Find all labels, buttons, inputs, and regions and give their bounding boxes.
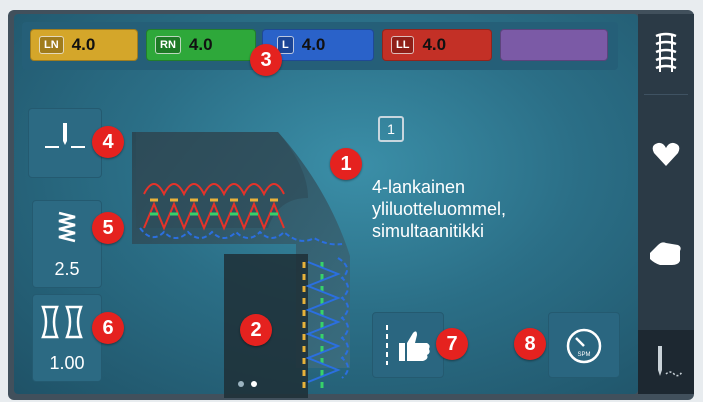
speedometer-icon: SPM (566, 328, 602, 364)
stitch-length-button[interactable]: 2.5 (32, 200, 102, 288)
stitch-name-line-1: 4-lankainen (372, 177, 466, 197)
thread-chip-ll[interactable]: LL 4.0 (382, 29, 492, 61)
page-dot-1[interactable] (238, 381, 244, 387)
guide-button[interactable] (372, 312, 444, 378)
differential-feed-button[interactable]: 1.00 (32, 294, 102, 382)
stitch-name-line-2: yliluotteluommel, (372, 199, 507, 219)
speed-button[interactable]: SPM (548, 312, 620, 378)
hand-icon (650, 242, 681, 265)
right-sidebar (638, 14, 694, 394)
sidebar-favorites[interactable] (638, 114, 694, 194)
needle-position-button[interactable] (28, 108, 102, 178)
thread-value-ln: 4.0 (71, 35, 96, 54)
callout-badge-3: 3 (250, 44, 282, 76)
sidebar-tutorial[interactable] (638, 210, 694, 290)
thread-value-ll: 4.0 (422, 35, 447, 54)
callout-badge-6: 6 (92, 312, 124, 344)
thread-tension-bar: LN 4.0 RN 4.0 L 4.0 LL 4.0 (22, 22, 618, 70)
differential-feed-icon (41, 305, 83, 339)
page-indicator (238, 374, 260, 392)
thread-chip-ln[interactable]: LN 4.0 (30, 29, 138, 61)
needle-icon (658, 346, 683, 377)
callout-badge-5: 5 (92, 212, 124, 244)
thread-chip-rn[interactable]: RN 4.0 (146, 29, 256, 61)
overlock-stitch-icon (655, 32, 677, 72)
thumbs-up-icon (386, 325, 430, 365)
stitch-number: 1 (378, 116, 404, 142)
callout-badge-8: 8 (514, 328, 546, 360)
needle-position-icon (45, 123, 85, 148)
sidebar-sewing-mode[interactable] (638, 330, 694, 394)
thread-tag-rn: RN (155, 36, 181, 54)
thread-tag-ln: LN (39, 36, 64, 54)
stitch-name: 4-lankainen yliluotteluommel, simultaani… (372, 176, 506, 242)
sidebar-divider (644, 94, 688, 95)
thread-value-l: 4.0 (301, 35, 326, 54)
stitch-name-line-3: simultaanitikki (372, 221, 485, 241)
stitch-length-value: 2.5 (54, 259, 80, 279)
callout-badge-7: 7 (436, 328, 468, 360)
callout-badge-4: 4 (92, 126, 124, 158)
differential-feed-value: 1.00 (49, 353, 85, 373)
thread-chip-extra[interactable] (500, 29, 608, 61)
callout-badge-1: 1 (330, 148, 362, 180)
thread-value-rn: 4.0 (188, 35, 213, 54)
thread-tag-ll: LL (391, 36, 415, 54)
page-dot-2[interactable] (251, 381, 258, 387)
sidebar-stitch-menu[interactable] (638, 14, 694, 94)
heart-icon (652, 142, 680, 166)
callout-badge-2: 2 (240, 314, 272, 346)
svg-text:SPM: SPM (577, 352, 590, 358)
stitch-length-icon (58, 211, 76, 243)
